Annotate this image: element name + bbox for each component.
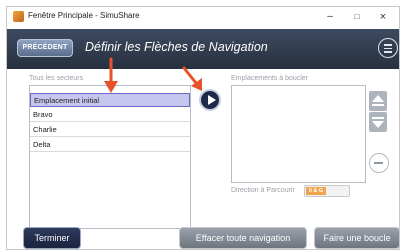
close-icon[interactable]: × [372, 9, 394, 25]
direction-toggle[interactable]: 0 & G [304, 185, 350, 197]
page-title: Définir les Flèches de Navigation [85, 40, 268, 54]
maximize-icon[interactable]: □ [346, 9, 368, 25]
move-down-icon[interactable] [369, 112, 387, 132]
add-to-loop-button[interactable] [199, 89, 221, 111]
finish-button[interactable]: Terminer [23, 227, 81, 249]
window-title: Fenêtre Principale - SimuShare [28, 11, 140, 20]
back-button[interactable]: PRÉCÉDENT [17, 39, 73, 57]
direction-toggle-label: 0 & G [306, 187, 326, 195]
annotation-arrow-icon [104, 57, 118, 93]
sectors-label: Tous les secteurs [29, 75, 84, 82]
sectors-list: Emplacement initial Bravo Charlie Delta [29, 85, 191, 229]
clear-navigation-button[interactable]: Effacer toute navigation [179, 227, 307, 249]
page-header: PRÉCÉDENT Définir les Flèches de Navigat… [7, 29, 399, 69]
minimize-icon[interactable]: – [319, 9, 341, 25]
sector-item-charlie[interactable]: Charlie [30, 123, 190, 137]
annotation-arrow-icon [182, 66, 202, 91]
hamburger-menu-icon[interactable] [378, 38, 398, 58]
move-up-icon[interactable] [369, 91, 387, 111]
app-icon [13, 11, 24, 22]
sector-item-emplacement-initial[interactable]: Emplacement initial [30, 93, 190, 107]
title-bar: Fenêtre Principale - SimuShare – □ × [7, 7, 399, 27]
sector-item-delta[interactable]: Delta [30, 138, 190, 152]
make-loop-button[interactable]: Faire une boucle [314, 227, 400, 249]
remove-icon[interactable] [369, 153, 389, 173]
direction-label: Direction à Parcourir [231, 187, 295, 194]
locations-list [231, 85, 366, 183]
sector-item-bravo[interactable]: Bravo [30, 108, 190, 122]
locations-label: Emplacements à boucler [231, 75, 309, 82]
app-window: Fenêtre Principale - SimuShare – □ × PRÉ… [6, 6, 400, 250]
